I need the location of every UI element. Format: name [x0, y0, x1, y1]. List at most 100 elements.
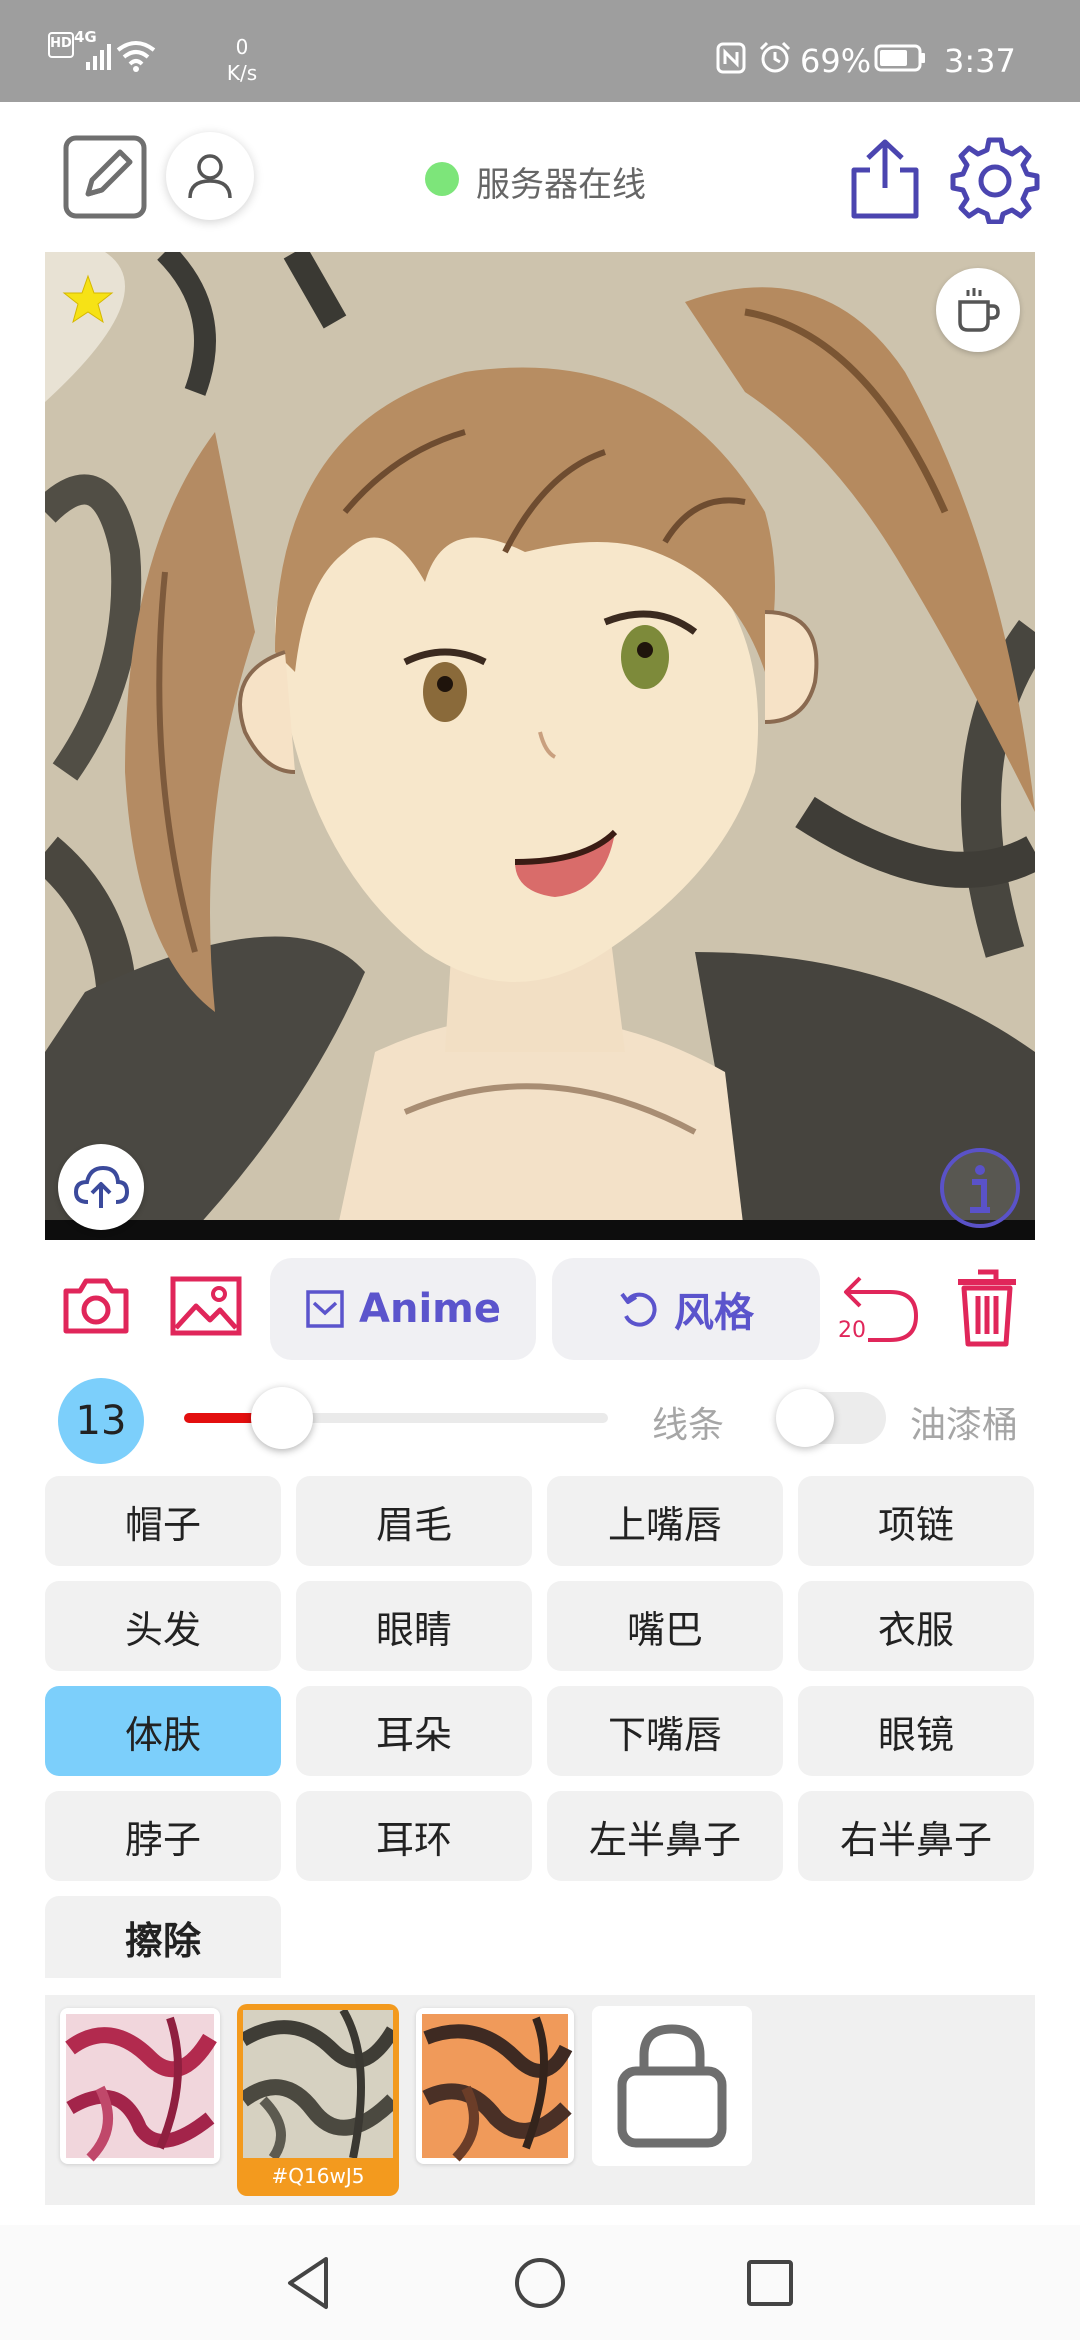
undo-count: 20: [838, 1318, 866, 1343]
anime-label: Anime: [359, 1286, 501, 1332]
part-label: 体肤: [124, 1712, 201, 1757]
part-label: 眼镜: [877, 1712, 954, 1757]
part-button[interactable]: 头发: [45, 1581, 281, 1671]
alarm-icon: [759, 41, 791, 73]
coffee-button[interactable]: [936, 268, 1020, 352]
part-button[interactable]: 脖子: [45, 1791, 281, 1881]
part-button[interactable]: 眼睛: [296, 1581, 532, 1671]
edit-icon: [63, 135, 147, 219]
part-label: 嘴巴: [626, 1607, 703, 1652]
undo-button[interactable]: 20: [838, 1270, 924, 1346]
user-icon: [188, 154, 232, 199]
gallery-button[interactable]: [170, 1276, 242, 1336]
part-button[interactable]: 眼镜: [798, 1686, 1034, 1776]
recents-button[interactable]: [746, 2259, 794, 2307]
settings-icon: [950, 137, 1040, 224]
part-button[interactable]: 左半鼻子: [547, 1791, 783, 1881]
delete-button[interactable]: [956, 1268, 1018, 1348]
lock-icon: [617, 2024, 727, 2148]
clock: 3:37: [944, 42, 1016, 80]
server-status-text: 服务器在线: [476, 165, 646, 205]
recents-icon: [747, 2260, 793, 2306]
share-button[interactable]: [848, 136, 922, 222]
profile-button[interactable]: [166, 132, 254, 220]
part-label: 脖子: [124, 1817, 201, 1862]
part-button[interactable]: 右半鼻子: [798, 1791, 1034, 1881]
brush-size-badge: 13: [58, 1378, 144, 1464]
info-button[interactable]: [938, 1146, 1022, 1230]
style-label: 风格: [674, 1290, 754, 1336]
brush-size-slider[interactable]: [184, 1387, 608, 1449]
back-icon: [288, 2257, 328, 2309]
part-label: 衣服: [877, 1607, 954, 1652]
hd-badge: HD: [48, 32, 74, 58]
texture-item[interactable]: [416, 2008, 574, 2164]
part-button[interactable]: 眉毛: [296, 1476, 532, 1566]
anime-portrait-image: [45, 252, 1035, 1240]
part-label: 右半鼻子: [839, 1817, 992, 1862]
home-button[interactable]: [514, 2257, 566, 2309]
cloud-upload-icon: [73, 1165, 130, 1208]
part-button[interactable]: 项链: [798, 1476, 1034, 1566]
part-label: 下嘴唇: [607, 1712, 722, 1757]
texture-code-label: #Q16wJ5: [271, 2164, 365, 2188]
part-button[interactable]: 嘴巴: [547, 1581, 783, 1671]
anime-button[interactable]: Anime: [270, 1258, 536, 1360]
style-button[interactable]: 风格: [552, 1258, 820, 1360]
status-bar: HD 4G 0 K/s 69% 3:37: [0, 0, 1080, 102]
star-icon: [62, 274, 114, 324]
share-icon: [851, 139, 919, 219]
part-label: 帽子: [124, 1502, 201, 1547]
coffee-icon: [958, 288, 1000, 332]
upload-button[interactable]: [58, 1144, 144, 1230]
part-label: 头发: [124, 1607, 201, 1652]
rotate-icon: [620, 1292, 657, 1327]
paint-bucket-label: 油漆桶: [910, 1405, 1019, 1446]
hd-label: HD: [50, 36, 72, 51]
home-icon: [515, 2258, 565, 2308]
part-button[interactable]: 耳朵: [296, 1686, 532, 1776]
part-label: 项链: [877, 1502, 954, 1547]
part-button[interactable]: 上嘴唇: [547, 1476, 783, 1566]
net-speed-value: 0: [235, 35, 249, 59]
texture-thumbnail: [422, 2014, 573, 2162]
part-label: 上嘴唇: [607, 1502, 722, 1547]
part-label: 耳环: [375, 1817, 452, 1862]
texture-item-selected[interactable]: #Q16wJ5: [237, 2004, 399, 2196]
wifi-icon: [116, 41, 156, 72]
paint-bucket-toggle[interactable]: [776, 1389, 886, 1447]
part-label: 左半鼻子: [588, 1817, 741, 1862]
settings-button[interactable]: [950, 134, 1040, 224]
canvas-border: [45, 1220, 1035, 1240]
camera-button[interactable]: [62, 1277, 130, 1335]
cell-signal-icon: [86, 44, 111, 70]
edit-button[interactable]: [62, 134, 148, 220]
part-button[interactable]: 擦除: [45, 1896, 281, 1978]
part-label: 眉毛: [375, 1502, 452, 1547]
back-button[interactable]: [284, 2255, 332, 2311]
navigation-bar: [0, 2225, 1080, 2340]
part-button[interactable]: 衣服: [798, 1581, 1034, 1671]
nfc-icon: [716, 42, 746, 74]
favorite-button[interactable]: [62, 274, 114, 326]
texture-thumbnail: [65, 2014, 217, 2162]
part-label: 耳朵: [375, 1712, 452, 1757]
texture-store-button[interactable]: [592, 2006, 752, 2166]
drawing-canvas[interactable]: [45, 252, 1035, 1240]
battery-percent: 69%: [800, 42, 872, 80]
gallery-icon: [170, 1276, 242, 1336]
part-button[interactable]: 帽子: [45, 1476, 281, 1566]
part-button[interactable]: 耳环: [296, 1791, 532, 1881]
brush-size-value: 13: [75, 1398, 127, 1444]
part-button[interactable]: 下嘴唇: [547, 1686, 783, 1776]
paint-bucket-toggle-thumb: [776, 1389, 834, 1447]
texture-item[interactable]: [60, 2008, 220, 2164]
part-label: 擦除: [124, 1918, 201, 1963]
texture-thumbnail: [243, 2010, 393, 2158]
server-status-dot: [425, 162, 459, 196]
info-icon: [940, 1148, 1020, 1228]
part-button[interactable]: 体肤: [45, 1686, 281, 1776]
trash-icon: [958, 1269, 1016, 1347]
brush-size-thumb[interactable]: [250, 1387, 313, 1449]
part-label: 眼睛: [375, 1607, 452, 1652]
